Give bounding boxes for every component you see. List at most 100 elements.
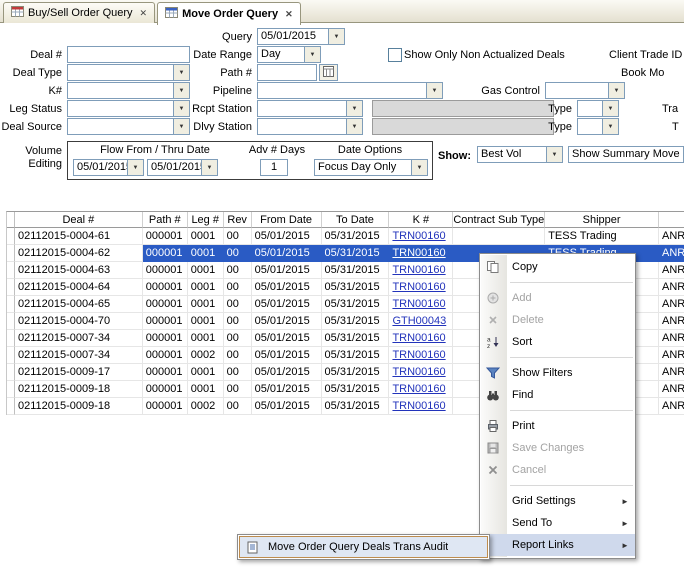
cell-to-date: 05/31/2015 <box>322 279 390 296</box>
filter-icon <box>480 366 506 380</box>
rcpt-type-select[interactable]: ▼ <box>577 100 619 117</box>
column-header-shipper[interactable]: Shipper <box>545 212 659 228</box>
menu-item-cancel: Cancel <box>480 459 635 481</box>
date-range-select[interactable]: Day ▼ <box>257 46 321 63</box>
row-selector-gutter <box>7 381 15 398</box>
t-label: T <box>672 120 684 134</box>
menu-item-report-links[interactable]: Report Links ► <box>480 534 635 556</box>
dlvy-station-select[interactable]: ▼ <box>257 118 363 135</box>
cell-rev: 00 <box>224 364 252 381</box>
close-icon[interactable]: ✕ <box>140 8 148 18</box>
k-number-link[interactable]: TRN00160 <box>389 245 453 262</box>
cell-leg: 0001 <box>188 262 224 279</box>
k-number-link[interactable]: TRN00160 <box>389 296 453 313</box>
menu-item-copy[interactable]: Copy <box>480 256 635 278</box>
query-label: Query <box>150 30 252 44</box>
leg-status-label: Leg Status <box>0 102 62 116</box>
add-icon <box>480 291 506 305</box>
column-header-contract-sub-type[interactable]: Contract Sub Type <box>453 212 545 228</box>
menu-item-show-filters[interactable]: Show Filters <box>480 362 635 384</box>
chevron-down-icon: ▼ <box>411 160 427 175</box>
query-date-select[interactable]: 05/01/2015 ▼ <box>257 28 345 45</box>
cell-from-date: 05/01/2015 <box>252 262 322 279</box>
cell-clipped: ANR <box>659 262 684 279</box>
cell-clipped: ANR <box>659 228 684 245</box>
column-header-deal[interactable]: Deal # <box>15 212 143 228</box>
chevron-down-icon: ▼ <box>201 160 217 175</box>
cell-to-date: 05/31/2015 <box>322 347 390 364</box>
column-header-to-date[interactable]: To Date <box>322 212 390 228</box>
table-row[interactable]: 02112015-0004-61 000001 0001 00 05/01/20… <box>7 228 684 245</box>
k-number-link[interactable]: TRN00160 <box>389 398 453 415</box>
submenu-arrow-icon: ► <box>621 519 635 528</box>
tab-move-order-query[interactable]: Move Order Query ✕ <box>157 2 301 25</box>
cell-to-date: 05/31/2015 <box>322 262 390 279</box>
chevron-down-icon: ▼ <box>608 83 624 98</box>
pipeline-select[interactable]: ▼ <box>257 82 443 99</box>
column-header-k[interactable]: K # <box>389 212 453 228</box>
cell-from-date: 05/01/2015 <box>252 245 322 262</box>
flow-from-date-select[interactable]: 05/01/2015 ▼ <box>73 159 144 176</box>
cell-path: 000001 <box>143 347 188 364</box>
column-header-path[interactable]: Path # <box>143 212 188 228</box>
date-options-select[interactable]: Focus Day Only ▼ <box>314 159 428 176</box>
path-number-input[interactable] <box>257 64 317 81</box>
deal-source-label: Deal Source <box>0 120 62 134</box>
cell-deal: 02112015-0004-64 <box>15 279 143 296</box>
volume-label-line2: Editing <box>0 157 62 171</box>
k-number-link[interactable]: TRN00160 <box>389 347 453 364</box>
column-header-leg[interactable]: Leg # <box>188 212 224 228</box>
cell-deal: 02112015-0004-62 <box>15 245 143 262</box>
cell-rev: 00 <box>224 398 252 415</box>
submenu-item-trans-audit[interactable]: Move Order Query Deals Trans Audit <box>239 536 488 558</box>
show-select[interactable]: Best Vol ▼ <box>477 146 563 163</box>
tab-bar: Buy/Sell Order Query ✕ Move Order Query … <box>0 0 684 23</box>
submenu-arrow-icon: ► <box>621 497 635 506</box>
dlvy-type-select[interactable]: ▼ <box>577 118 619 135</box>
gas-control-select[interactable]: ▼ <box>545 82 625 99</box>
rcpt-station-select[interactable]: ▼ <box>257 100 363 117</box>
copy-icon <box>480 260 506 274</box>
column-header-from-date[interactable]: From Date <box>252 212 322 228</box>
cell-from-date: 05/01/2015 <box>252 347 322 364</box>
k-number-link[interactable]: TRN00160 <box>389 381 453 398</box>
close-icon[interactable]: ✕ <box>285 9 293 19</box>
k-number-link[interactable]: TRN00160 <box>389 279 453 296</box>
path-lookup-button[interactable] <box>319 64 338 81</box>
column-header-rev[interactable]: Rev <box>224 212 252 228</box>
cell-deal: 02112015-0009-17 <box>15 364 143 381</box>
delete-icon <box>480 313 506 327</box>
flow-thru-date-select[interactable]: 05/01/2015 ▼ <box>147 159 218 176</box>
book-month-label: Book Mo <box>621 66 684 80</box>
cell-path: 000001 <box>143 262 188 279</box>
cell-rev: 00 <box>224 347 252 364</box>
k-number-link[interactable]: TRN00160 <box>389 262 453 279</box>
non-actualized-checkbox[interactable] <box>388 48 402 62</box>
tab-label: Buy/Sell Order Query <box>28 7 133 19</box>
k-number-link[interactable]: TRN00160 <box>389 228 453 245</box>
k-number-link[interactable]: TRN00160 <box>389 330 453 347</box>
k-number-link[interactable]: GTH00043 <box>389 313 453 330</box>
menu-item-save-changes: Save Changes <box>480 437 635 459</box>
k-number-link[interactable]: TRN00160 <box>389 364 453 381</box>
menu-item-find[interactable]: Find <box>480 384 635 406</box>
row-selector-gutter <box>7 228 15 245</box>
cell-leg: 0001 <box>188 364 224 381</box>
cell-clipped: ANR <box>659 313 684 330</box>
gas-control-label: Gas Control <box>468 84 540 98</box>
show-summary-move-button[interactable]: Show Summary Move <box>568 146 684 163</box>
menu-item-sort[interactable]: az Sort <box>480 331 635 353</box>
chevron-down-icon: ▼ <box>602 119 618 134</box>
cell-path: 000001 <box>143 245 188 262</box>
tab-buy-sell-order-query[interactable]: Buy/Sell Order Query ✕ <box>3 2 155 23</box>
cell-leg: 0001 <box>188 330 224 347</box>
menu-item-send-to[interactable]: Send To ► <box>480 512 635 534</box>
menu-item-print[interactable]: Print <box>480 415 635 437</box>
adv-days-input[interactable]: 1 <box>260 159 288 176</box>
chevron-down-icon: ▼ <box>346 101 362 116</box>
menu-item-grid-settings[interactable]: Grid Settings ► <box>480 490 635 512</box>
path-number-label: Path # <box>150 66 252 80</box>
column-header-clipped[interactable] <box>659 212 684 228</box>
menu-item-add: Add <box>480 287 635 309</box>
cell-leg: 0002 <box>188 398 224 415</box>
